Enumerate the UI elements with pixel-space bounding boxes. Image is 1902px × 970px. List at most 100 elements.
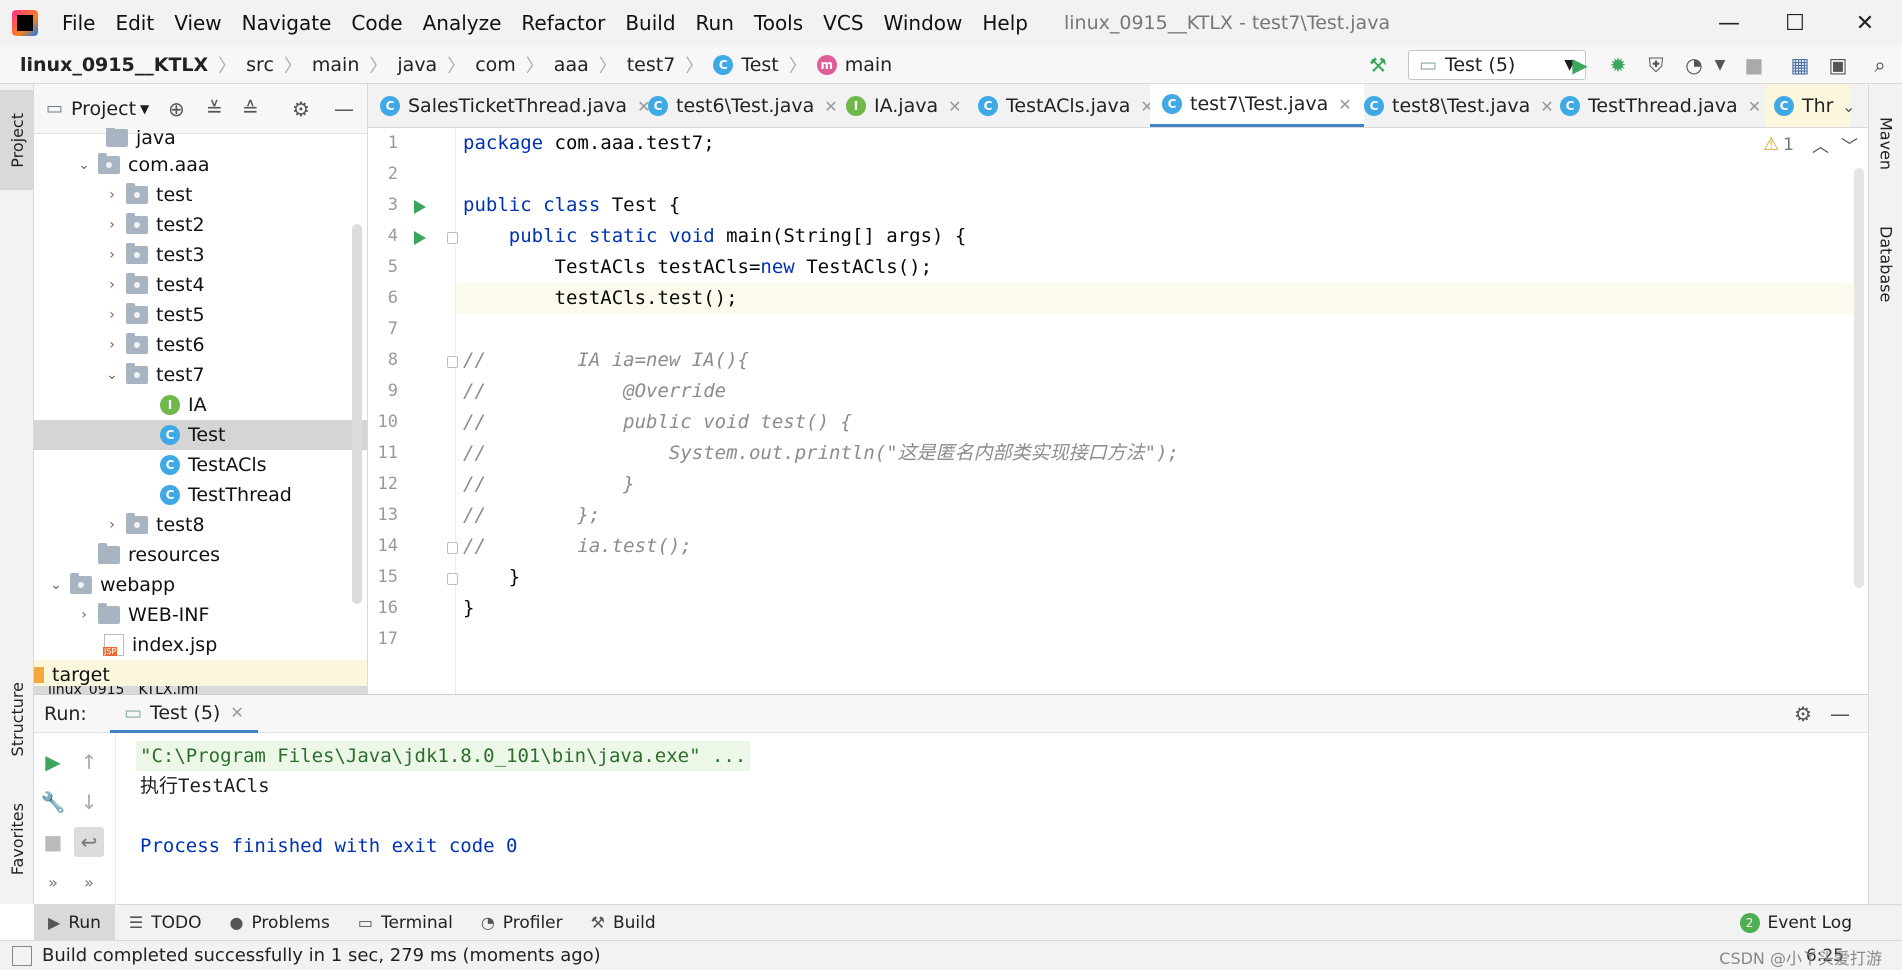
close-tab-icon[interactable]: ✕ <box>1748 97 1761 116</box>
expand-all-icon[interactable]: ≚ <box>206 97 223 121</box>
tree-item-test4[interactable]: › test4 <box>34 270 367 300</box>
chevron-down-icon[interactable]: ⌄ <box>48 577 64 593</box>
tool-profiler[interactable]: ◔ Profiler <box>467 905 577 941</box>
editor-scrollbar[interactable] <box>1854 168 1864 588</box>
tree-item-testacls[interactable]: C TestACls <box>34 450 367 480</box>
hide-panel-icon[interactable]: — <box>334 97 354 121</box>
menu-analyze[interactable]: Analyze <box>413 0 512 46</box>
breadcrumb-com[interactable]: com <box>471 54 520 76</box>
toggle-tool-windows-icon[interactable] <box>12 945 32 966</box>
fold-marker-icon[interactable] <box>447 356 458 368</box>
chevron-right-icon[interactable]: › <box>104 337 120 353</box>
soft-wrap-icon[interactable]: ↩ <box>74 827 104 857</box>
previous-highlight-icon[interactable]: ︿ <box>1812 132 1829 157</box>
status-message[interactable]: Build completed successfully in 1 sec, 2… <box>42 945 601 966</box>
more-actions-chevron-icon[interactable]: » <box>74 867 104 897</box>
coverage-shield-icon[interactable]: ⛨ <box>1642 52 1670 78</box>
tool-todo[interactable]: ☰ TODO <box>115 905 216 941</box>
search-everywhere-icon[interactable]: ⌕ <box>1866 52 1894 78</box>
scroll-up-icon[interactable]: ↑ <box>74 747 104 777</box>
tab-test8-test[interactable]: Ctest8\Test.java ✕ <box>1364 84 1554 127</box>
menu-tools[interactable]: Tools <box>744 0 813 46</box>
project-tool-tab[interactable]: Project <box>0 90 34 190</box>
tree-item-testthread[interactable]: C TestThread <box>34 480 367 510</box>
stop-icon[interactable]: ■ <box>38 827 68 857</box>
tree-item-ia[interactable]: I IA <box>34 390 367 420</box>
tree-item-test5[interactable]: › test5 <box>34 300 367 330</box>
menu-window[interactable]: Window <box>874 0 973 46</box>
rerun-icon[interactable]: ▶ <box>38 747 68 777</box>
menu-navigate[interactable]: Navigate <box>232 0 342 46</box>
tool-build[interactable]: ⚒ Build <box>577 905 670 941</box>
show-hidden-tabs-chevron-icon[interactable]: ⌄ <box>1842 84 1855 127</box>
fold-marker-icon[interactable] <box>447 573 458 585</box>
menu-vcs[interactable]: VCS <box>813 0 873 46</box>
maximize-button[interactable]: ☐ <box>1762 0 1828 46</box>
stop-icon[interactable]: ■ <box>1740 52 1768 78</box>
tree-item-index-jsp[interactable]: index.jsp <box>34 630 367 660</box>
chevron-right-icon[interactable]: › <box>104 217 120 233</box>
tree-item-iml-file[interactable]: linux_0915__KTLX.iml <box>34 686 367 694</box>
tool-event-log[interactable]: 2 Event Log <box>1739 905 1852 941</box>
fold-marker-icon[interactable] <box>447 232 458 244</box>
breadcrumb-main-method[interactable]: m main <box>813 54 896 76</box>
tree-item-test-class[interactable]: C Test <box>34 420 367 450</box>
breadcrumb-project[interactable]: linux_0915__KTLX <box>0 54 212 76</box>
menu-view[interactable]: View <box>164 0 231 46</box>
menu-refactor[interactable]: Refactor <box>511 0 615 46</box>
profile-icon[interactable]: ◔ <box>1680 52 1708 78</box>
menu-build[interactable]: Build <box>615 0 685 46</box>
build-project-hammer-icon[interactable]: ⚒ <box>1364 52 1392 78</box>
database-tool-tab[interactable]: Database <box>1869 204 1902 324</box>
breadcrumb-test-class[interactable]: C Test <box>709 54 782 76</box>
wrench-settings-icon[interactable]: 🔧 <box>38 787 68 817</box>
tree-item-test8[interactable]: › test8 <box>34 510 367 540</box>
project-structure-icon[interactable]: ▦ <box>1786 52 1814 78</box>
more-actions-chevron-icon[interactable]: » <box>38 867 68 897</box>
project-tree-scrollbar[interactable] <box>352 224 362 604</box>
tab-testacls[interactable]: C TestACls.java ✕ <box>978 84 1154 127</box>
chevron-down-icon[interactable]: ⌄ <box>76 157 92 173</box>
tab-ia[interactable]: I IA.java ✕ <box>846 84 962 127</box>
locate-file-icon[interactable]: ⊕ <box>168 97 185 121</box>
close-tab-icon[interactable]: ✕ <box>824 97 837 116</box>
breadcrumb-src[interactable]: src <box>242 54 278 76</box>
breadcrumb-java[interactable]: java <box>393 54 441 76</box>
next-highlight-icon[interactable]: ﹀ <box>1841 132 1858 157</box>
run-icon[interactable]: ▶ <box>1566 52 1594 78</box>
run-main-gutter-icon[interactable] <box>414 231 426 245</box>
close-window-button[interactable]: ✕ <box>1832 0 1898 46</box>
breadcrumb-main[interactable]: main <box>308 54 363 76</box>
collapse-all-icon[interactable]: ≙ <box>242 97 259 121</box>
maven-tool-tab[interactable]: Maven <box>1869 94 1902 194</box>
gear-icon[interactable]: ⚙ <box>1794 702 1812 726</box>
chevron-down-icon[interactable]: ⌄ <box>104 367 120 383</box>
run-class-gutter-icon[interactable] <box>414 200 426 214</box>
close-tab-icon[interactable]: ✕ <box>1540 97 1553 116</box>
code-editor[interactable]: 1 2 3 4 5 6 7 8 9 10 11 12 13 14 15 16 1… <box>368 128 1868 694</box>
chevron-right-icon[interactable]: › <box>104 517 120 533</box>
tool-run[interactable]: ▶ Run <box>34 904 115 941</box>
menu-help[interactable]: Help <box>972 0 1038 46</box>
scroll-down-icon[interactable]: ↓ <box>74 787 104 817</box>
minimize-button[interactable]: — <box>1696 0 1762 46</box>
toggle-window-icon[interactable]: ▣ <box>1824 52 1852 78</box>
gear-icon[interactable]: ⚙ <box>292 97 310 121</box>
chevron-down-icon[interactable]: ▼ <box>140 102 149 116</box>
tree-item-test6[interactable]: › test6 <box>34 330 367 360</box>
tree-item-web-inf[interactable]: › WEB-INF <box>34 600 367 630</box>
tool-terminal[interactable]: ▭ Terminal <box>344 905 467 941</box>
tree-item-test2[interactable]: › test2 <box>34 210 367 240</box>
inspection-widget[interactable]: ⚠ 1 ︿ ﹀ <box>1763 132 1858 157</box>
chevron-right-icon[interactable]: › <box>76 607 92 623</box>
chevron-right-icon[interactable]: › <box>104 247 120 263</box>
chevron-right-icon[interactable]: › <box>104 187 120 203</box>
menu-code[interactable]: Code <box>341 0 412 46</box>
tool-problems[interactable]: ● Problems <box>216 905 344 941</box>
project-view-select[interactable]: Project <box>71 98 136 120</box>
tree-item-com-aaa[interactable]: ⌄ com.aaa <box>34 150 367 180</box>
hide-panel-icon[interactable]: — <box>1830 702 1850 726</box>
chevron-right-icon[interactable]: › <box>104 277 120 293</box>
menu-file[interactable]: File <box>52 0 105 46</box>
tab-thr-truncated[interactable]: C Thr <box>1766 84 1850 127</box>
